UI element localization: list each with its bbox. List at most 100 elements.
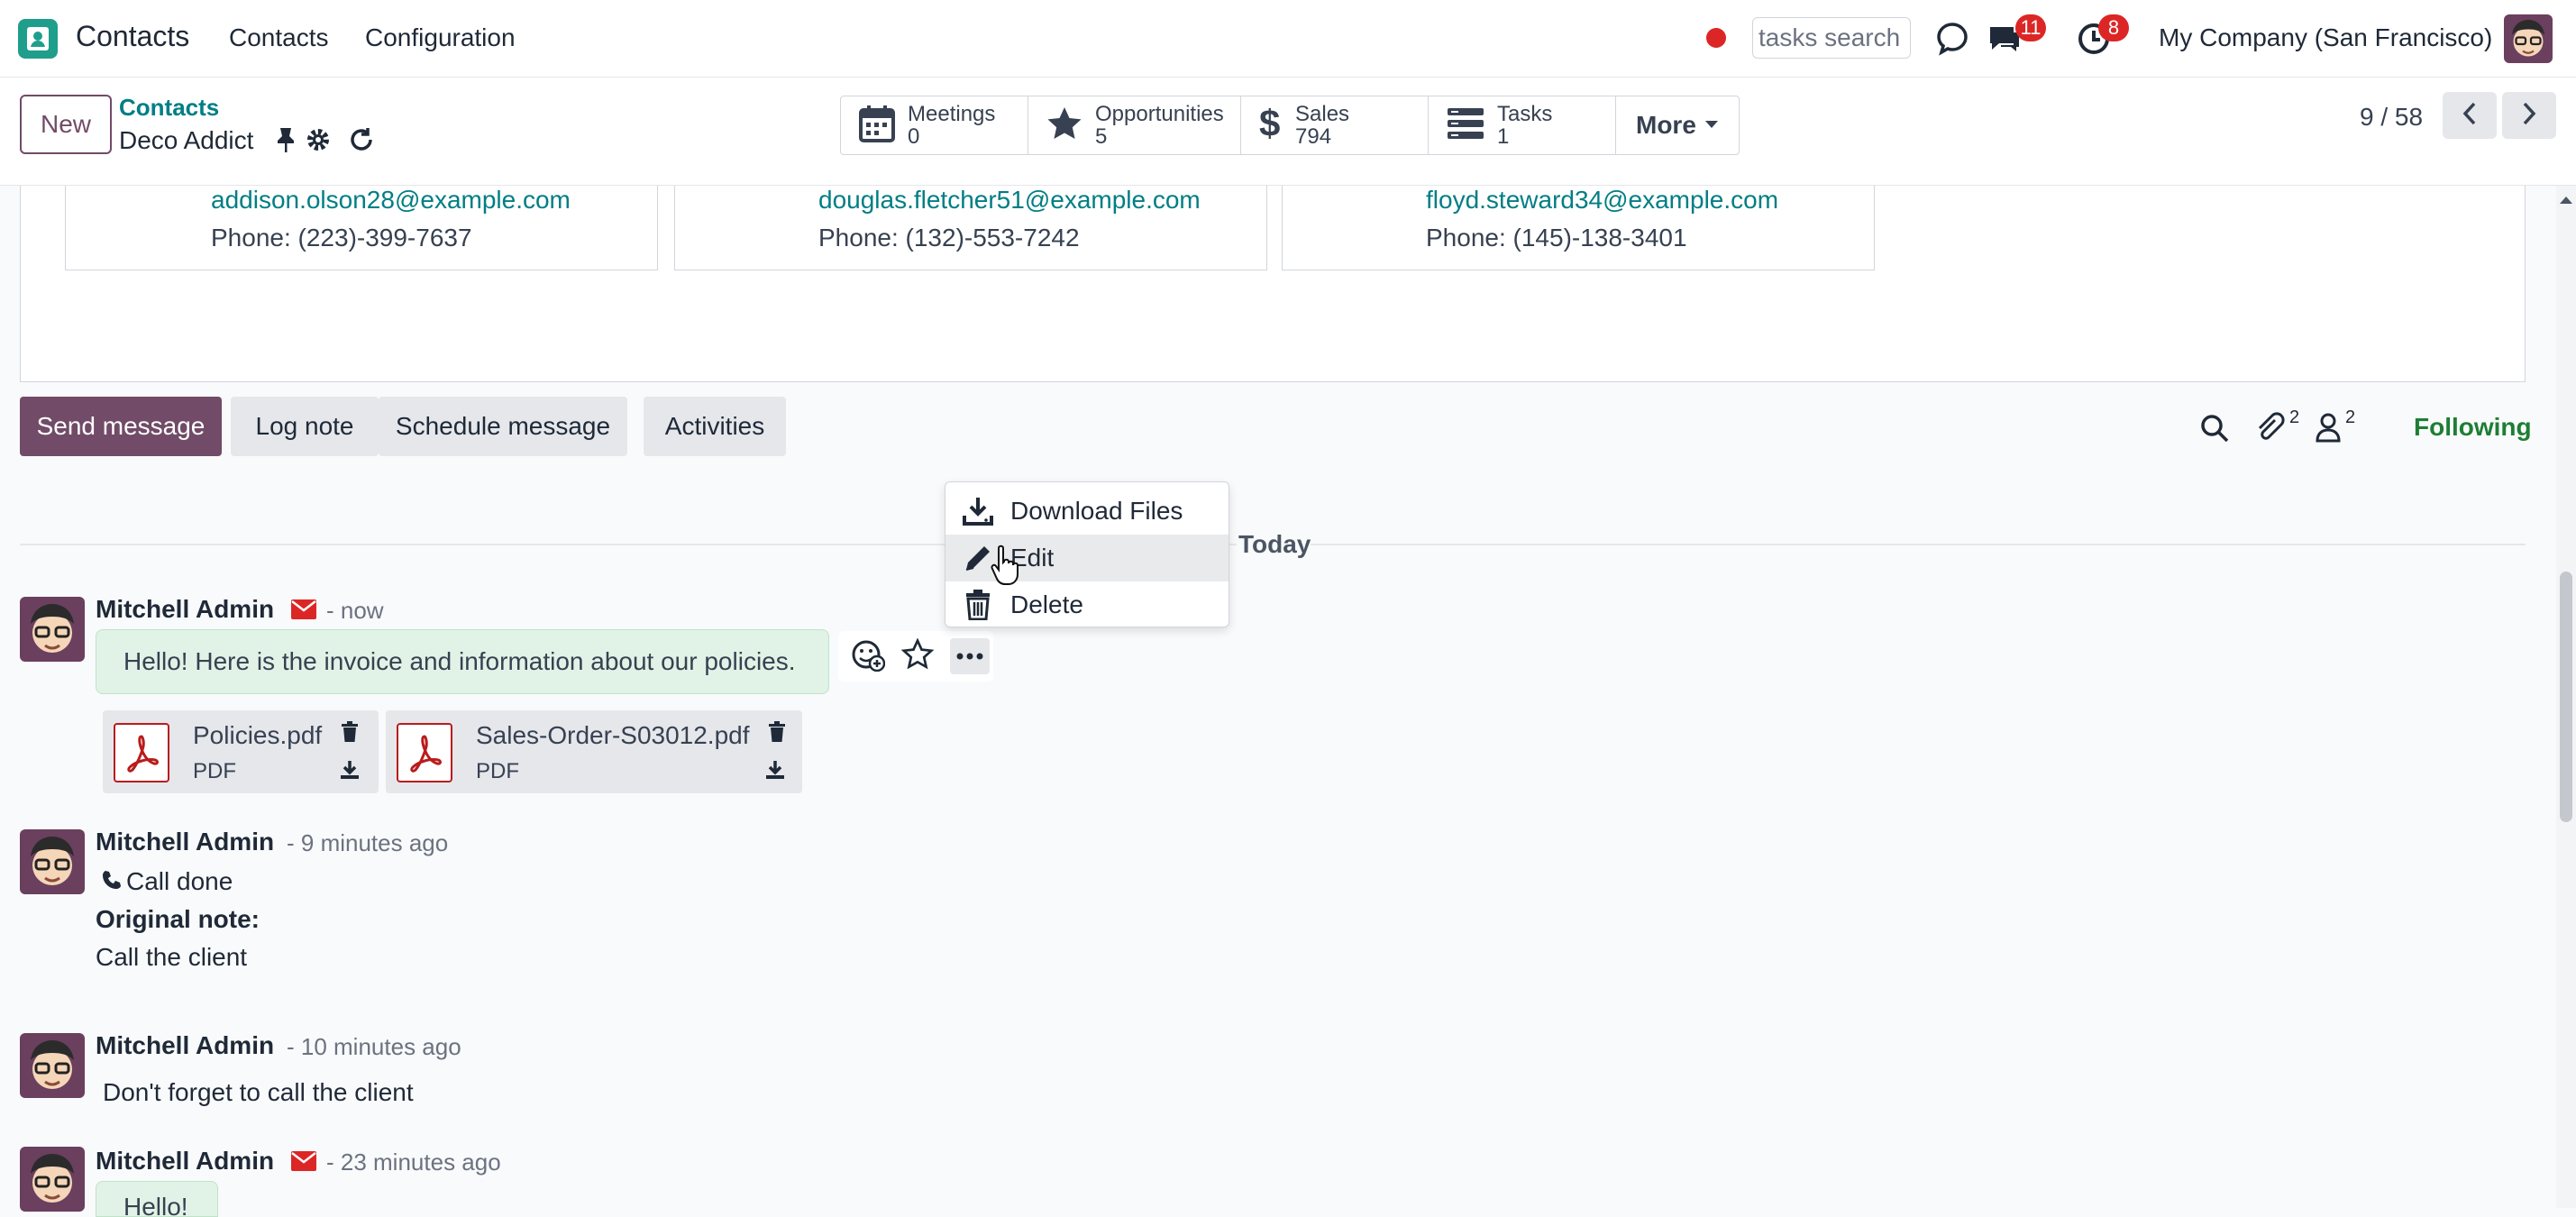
- menu-contacts[interactable]: Contacts: [229, 23, 329, 52]
- schedule-message-button[interactable]: Schedule message: [379, 397, 627, 456]
- search-icon[interactable]: [2199, 413, 2230, 444]
- sales-count: 794: [1295, 124, 1332, 149]
- attachment-paperclip-icon[interactable]: [2253, 411, 2286, 444]
- tasks-label: Tasks: [1497, 102, 1553, 126]
- smart-button-tasks[interactable]: Tasks 1: [1429, 96, 1616, 154]
- message-author[interactable]: Mitchell Admin: [96, 595, 274, 624]
- date-separator-label: Today: [1237, 530, 1311, 559]
- pin-icon[interactable]: [274, 126, 297, 153]
- recording-indicator-icon[interactable]: [1706, 28, 1726, 48]
- activities-badge: 8: [2098, 14, 2129, 41]
- attachment-type: PDF: [476, 759, 519, 783]
- pager-value[interactable]: 9 / 58: [2360, 103, 2423, 132]
- message-actions: [838, 631, 993, 682]
- avatar[interactable]: [20, 1033, 85, 1098]
- chevron-left-icon: [2462, 102, 2477, 130]
- dollar-icon: $: [1259, 102, 1283, 148]
- phone-icon: [101, 869, 123, 891]
- contacts-app-icon[interactable]: [18, 19, 58, 59]
- sales-label: Sales: [1295, 102, 1350, 126]
- contact-email[interactable]: addison.olson28@example.com: [211, 186, 571, 215]
- smart-button-meetings[interactable]: Meetings 0: [841, 96, 1028, 154]
- tasks-count: 1: [1497, 124, 1510, 149]
- message-author[interactable]: Mitchell Admin: [96, 828, 274, 856]
- message-actions-dropdown: Download Files Edit Delete: [945, 481, 1229, 627]
- activity-type: Call done: [126, 867, 233, 895]
- attachment-type: PDF: [193, 759, 236, 783]
- meetings-count: 0: [908, 124, 920, 149]
- message-time: - now: [326, 597, 384, 624]
- app-name[interactable]: Contacts: [76, 20, 189, 53]
- breadcrumb-contacts[interactable]: Contacts: [119, 94, 219, 122]
- smart-button-more[interactable]: More: [1616, 96, 1739, 154]
- more-actions-button[interactable]: [950, 638, 990, 674]
- pager-next-button[interactable]: [2502, 92, 2556, 139]
- download-files-label: Download Files: [1010, 497, 1183, 525]
- activities-button[interactable]: Activities: [644, 397, 786, 456]
- avatar[interactable]: [20, 829, 85, 894]
- message-body-bubble: Hello!: [96, 1181, 218, 1217]
- scrollbar-thumb[interactable]: [2560, 572, 2572, 822]
- attachment-card[interactable]: Policies.pdf PDF: [103, 710, 379, 793]
- send-message-button[interactable]: Send message: [20, 397, 222, 456]
- download-icon[interactable]: [764, 759, 786, 785]
- smart-button-opportunities[interactable]: Opportunities 5: [1028, 96, 1241, 154]
- contact-phone: Phone: (132)-553-7242: [818, 224, 1080, 252]
- more-label: More: [1636, 111, 1696, 139]
- attachment-card[interactable]: Sales-Order-S03012.pdf PDF: [386, 710, 802, 793]
- user-avatar[interactable]: [2504, 14, 2553, 63]
- attachment-name[interactable]: Sales-Order-S03012.pdf: [476, 721, 750, 750]
- contact-email[interactable]: floyd.steward34@example.com: [1426, 186, 1778, 215]
- hand-cursor-icon: [990, 544, 1022, 586]
- meetings-label: Meetings: [908, 102, 996, 126]
- message-author[interactable]: Mitchell Admin: [96, 1147, 274, 1176]
- caret-down-icon: [1704, 117, 1718, 133]
- opportunities-count: 5: [1095, 124, 1108, 149]
- message-author[interactable]: Mitchell Admin: [96, 1031, 274, 1060]
- delete-menu-item[interactable]: Delete: [945, 581, 1229, 628]
- new-button[interactable]: New: [20, 95, 112, 154]
- download-icon: [962, 495, 994, 527]
- edit-menu-item[interactable]: Edit: [945, 535, 1229, 581]
- trash-icon[interactable]: [341, 721, 359, 747]
- log-note-button[interactable]: Log note: [231, 397, 379, 456]
- envelope-icon: [290, 1150, 317, 1172]
- download-files-menu-item[interactable]: Download Files: [945, 488, 1229, 535]
- download-icon[interactable]: [339, 759, 361, 785]
- message-time: - 9 minutes ago: [287, 829, 449, 856]
- contact-email[interactable]: douglas.fletcher51@example.com: [818, 186, 1201, 215]
- contact-phone: Phone: (145)-138-3401: [1426, 224, 1687, 252]
- pager-previous-button[interactable]: [2443, 92, 2497, 139]
- message-body: Hello! Here is the invoice and informati…: [96, 629, 829, 694]
- breadcrumb-current: Deco Addict: [119, 126, 254, 154]
- original-note: Call the client: [96, 943, 248, 971]
- smart-button-sales[interactable]: $ Sales 794: [1241, 96, 1429, 154]
- pdf-file-icon: [397, 723, 452, 782]
- attachment-name[interactable]: Policies.pdf: [193, 721, 322, 750]
- gear-icon[interactable]: [305, 126, 332, 153]
- original-note-label: Original note:: [96, 905, 260, 933]
- message-time: - 23 minutes ago: [326, 1148, 501, 1176]
- star-icon[interactable]: [900, 636, 935, 675]
- trash-icon[interactable]: [768, 721, 786, 747]
- avatar[interactable]: [20, 597, 85, 662]
- message-body: Hello!: [123, 1193, 188, 1217]
- pdf-file-icon: [114, 723, 169, 782]
- refresh-icon[interactable]: [348, 126, 375, 153]
- menu-configuration[interactable]: Configuration: [365, 23, 516, 52]
- discuss-icon[interactable]: [1934, 20, 1970, 56]
- avatar[interactable]: [20, 1147, 85, 1212]
- attachments-count: 2: [2289, 407, 2300, 427]
- opportunities-label: Opportunities: [1095, 102, 1224, 126]
- add-reaction-icon[interactable]: [851, 637, 886, 676]
- tasks-search-input[interactable]: [1752, 17, 1911, 59]
- delete-label: Delete: [1010, 590, 1083, 618]
- star-icon: [1046, 105, 1082, 146]
- message-body: Don't forget to call the client: [103, 1078, 414, 1106]
- company-switcher[interactable]: My Company (San Francisco): [2159, 23, 2492, 52]
- trash-icon: [962, 589, 994, 621]
- following-button[interactable]: Following: [2414, 413, 2532, 442]
- scroll-up-arrow-icon[interactable]: [2560, 193, 2572, 209]
- calendar-icon: [859, 105, 895, 147]
- followers-user-icon[interactable]: [2315, 411, 2342, 444]
